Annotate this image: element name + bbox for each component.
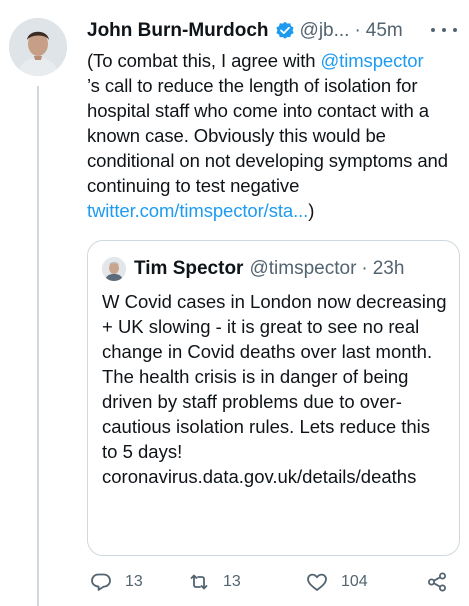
- quoted-tweet-time: 23h: [372, 258, 405, 279]
- quoted-author-handle: @timspector: [249, 258, 357, 279]
- retweet-button[interactable]: 13: [187, 568, 241, 596]
- author-name[interactable]: John Burn-Murdoch: [87, 20, 269, 42]
- quoted-tweet-card[interactable]: Tim Spector @timspector · 23h W Covid ca…: [87, 240, 460, 556]
- quoted-text-body: W Covid cases in London now decreasing +…: [102, 291, 447, 462]
- tweet-time[interactable]: 45m: [366, 20, 403, 42]
- tweet-text-middle: ’s call to reduce the length of isolatio…: [87, 75, 448, 196]
- share-icon: [428, 572, 446, 592]
- tweet-text-end: ): [308, 200, 315, 221]
- like-count: 104: [341, 573, 368, 590]
- dot-2: [442, 28, 446, 32]
- quoted-separator-dot: ·: [361, 258, 368, 279]
- retweet-count: 13: [223, 573, 241, 590]
- author-avatar-image: [9, 18, 67, 76]
- quoted-url: coronavirus.data.gov.uk/details/deaths: [102, 466, 417, 487]
- avatar[interactable]: [9, 18, 67, 76]
- quoted-tweet-header: Tim Spector @timspector · 23h: [102, 256, 404, 282]
- reply-count: 13: [125, 573, 143, 590]
- reply-icon: [91, 573, 111, 591]
- heart-icon: [307, 573, 327, 591]
- verified-badge-icon: [275, 21, 295, 41]
- more-dots-icon[interactable]: [431, 22, 457, 38]
- tweet-text-start: (To combat this, I agree with: [87, 50, 321, 71]
- tweet-text: (To combat this, I agree with @timspecto…: [87, 48, 459, 223]
- separator-dot: ·: [354, 20, 361, 41]
- retweet-icon: [190, 574, 208, 590]
- tweet-header: John Burn-Murdoch @jb... · 45m: [87, 17, 459, 45]
- author-handle[interactable]: @jb...: [300, 20, 350, 42]
- quoted-tweet-text: W Covid cases in London now decreasing +…: [102, 289, 447, 489]
- tweet-url-link[interactable]: twitter.com/timspector/sta...: [87, 200, 308, 221]
- thread-line: [37, 86, 39, 606]
- reply-button[interactable]: 13: [89, 568, 143, 596]
- dot-3: [453, 28, 457, 32]
- quoted-author-name: Tim Spector: [134, 258, 244, 279]
- dot-1: [431, 28, 435, 32]
- share-button[interactable]: [425, 568, 449, 596]
- quoted-author-avatar: [102, 257, 126, 281]
- action-bar: 13 13 104: [87, 568, 459, 596]
- like-button[interactable]: 104: [305, 568, 368, 596]
- mention-link[interactable]: @timspector: [321, 50, 424, 71]
